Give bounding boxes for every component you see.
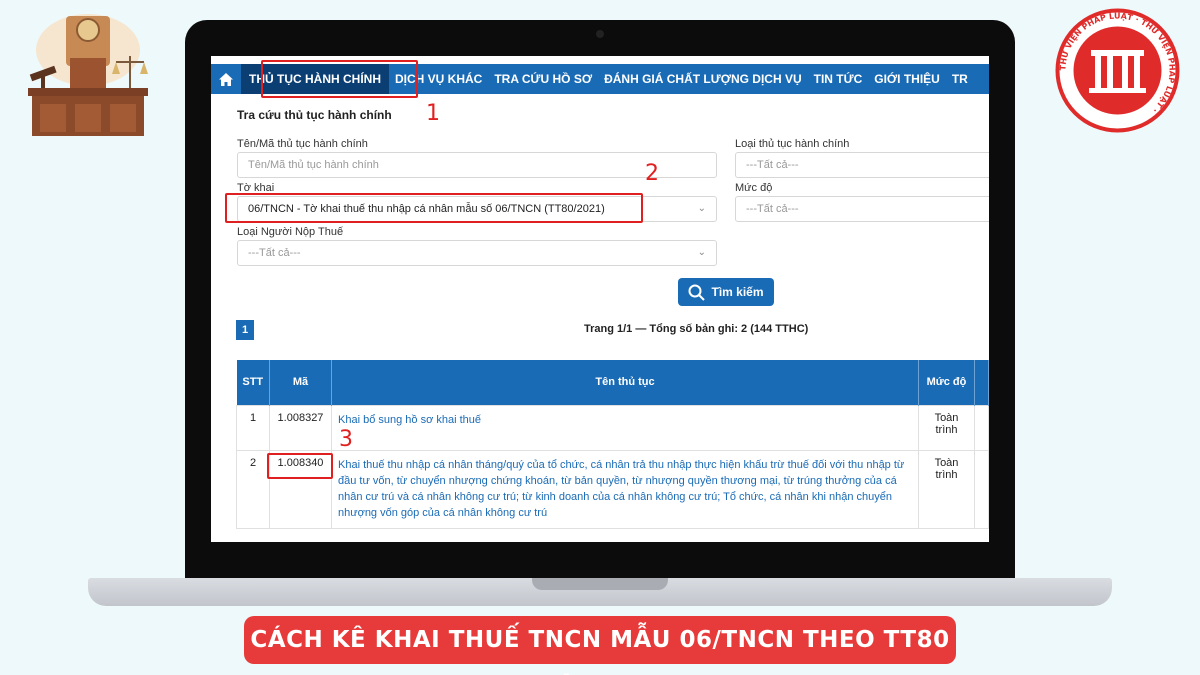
row-stt: 1 bbox=[236, 404, 270, 451]
header-stt: STT bbox=[236, 360, 270, 405]
nav-item-lookup[interactable]: TRA CỨU HỒ SƠ bbox=[488, 64, 598, 94]
search-icon bbox=[688, 284, 706, 301]
procedure-type-label: Loại thủ tục hành chính bbox=[735, 138, 850, 150]
row-procedure-link[interactable]: Khai bổ sung hồ sơ khai thuế bbox=[331, 404, 919, 451]
row-stt: 2 bbox=[236, 449, 270, 529]
chevron-down-icon: ⌄ bbox=[697, 247, 706, 258]
pagination-info: Trang 1/1 — Tổng số bản ghi: 2 (144 TTHC… bbox=[584, 323, 809, 335]
header-extra bbox=[974, 360, 989, 405]
search-button-label: Tìm kiếm bbox=[711, 285, 764, 299]
annotation-box-1 bbox=[261, 60, 418, 98]
search-button[interactable]: Tìm kiếm bbox=[678, 278, 774, 306]
level-value: ---Tất cả--- bbox=[746, 203, 799, 215]
row-extra bbox=[974, 449, 989, 529]
taxpayer-type-select[interactable]: ---Tất cả--- ⌄ bbox=[237, 240, 717, 266]
annotation-box-3 bbox=[267, 453, 333, 479]
chevron-down-icon: ⌄ bbox=[697, 203, 706, 214]
header-code: Mã bbox=[269, 360, 332, 405]
row-code: 1.008327 bbox=[269, 404, 332, 451]
header-level: Mức độ bbox=[918, 360, 975, 405]
laptop-notch bbox=[532, 578, 668, 590]
nav-item-about[interactable]: GIỚI THIỆU bbox=[868, 64, 946, 94]
procedure-name-label: Tên/Mã thủ tục hành chính bbox=[237, 138, 368, 150]
home-icon[interactable] bbox=[211, 64, 241, 94]
courtroom-illustration bbox=[28, 14, 148, 136]
taxpayer-type-label: Loại Người Nộp Thuế bbox=[237, 226, 344, 238]
form-title: Tra cứu thủ tục hành chính bbox=[237, 108, 392, 122]
level-label: Mức độ bbox=[735, 182, 773, 194]
annotation-number-3: 3 bbox=[339, 427, 353, 452]
row-level: Toàn trình bbox=[918, 404, 975, 451]
level-select[interactable]: ---Tất cả--- bbox=[735, 196, 989, 222]
camera bbox=[596, 30, 604, 38]
browser-screen: THỦ TỤC HÀNH CHÍNH DỊCH VỤ KHÁC TRA CỨU … bbox=[211, 56, 989, 542]
library-logo: THƯ VIỆN PHÁP LUẬT · THƯ VIỆN PHÁP LUẬT … bbox=[1055, 8, 1180, 133]
annotation-box-2 bbox=[225, 193, 643, 223]
row-extra bbox=[974, 404, 989, 451]
title-banner: CÁCH KÊ KHAI THUẾ TNCN MẪU 06/TNCN THEO … bbox=[244, 616, 956, 664]
page-button-1[interactable]: 1 bbox=[236, 320, 254, 340]
table-row: 2 1.008340 Khai thuế thu nhập cá nhân th… bbox=[236, 449, 989, 529]
procedure-type-select[interactable]: ---Tất cả--- bbox=[735, 152, 989, 178]
annotation-number-1: 1 bbox=[426, 101, 440, 126]
annotation-number-2: 2 bbox=[645, 161, 659, 186]
row-procedure-link[interactable]: Khai thuế thu nhập cá nhân tháng/quý của… bbox=[331, 449, 919, 529]
header-name: Tên thủ tục bbox=[331, 360, 919, 405]
taxpayer-type-value: ---Tất cả--- bbox=[248, 247, 301, 259]
nav-item-news[interactable]: TIN TỨC bbox=[808, 64, 869, 94]
nav-item-evaluation[interactable]: ĐÁNH GIÁ CHẤT LƯỢNG DỊCH VỤ bbox=[598, 64, 808, 94]
row-level: Toàn trình bbox=[918, 449, 975, 529]
nav-item-more[interactable]: TR bbox=[946, 64, 974, 94]
procedure-type-value: ---Tất cả--- bbox=[746, 159, 799, 171]
